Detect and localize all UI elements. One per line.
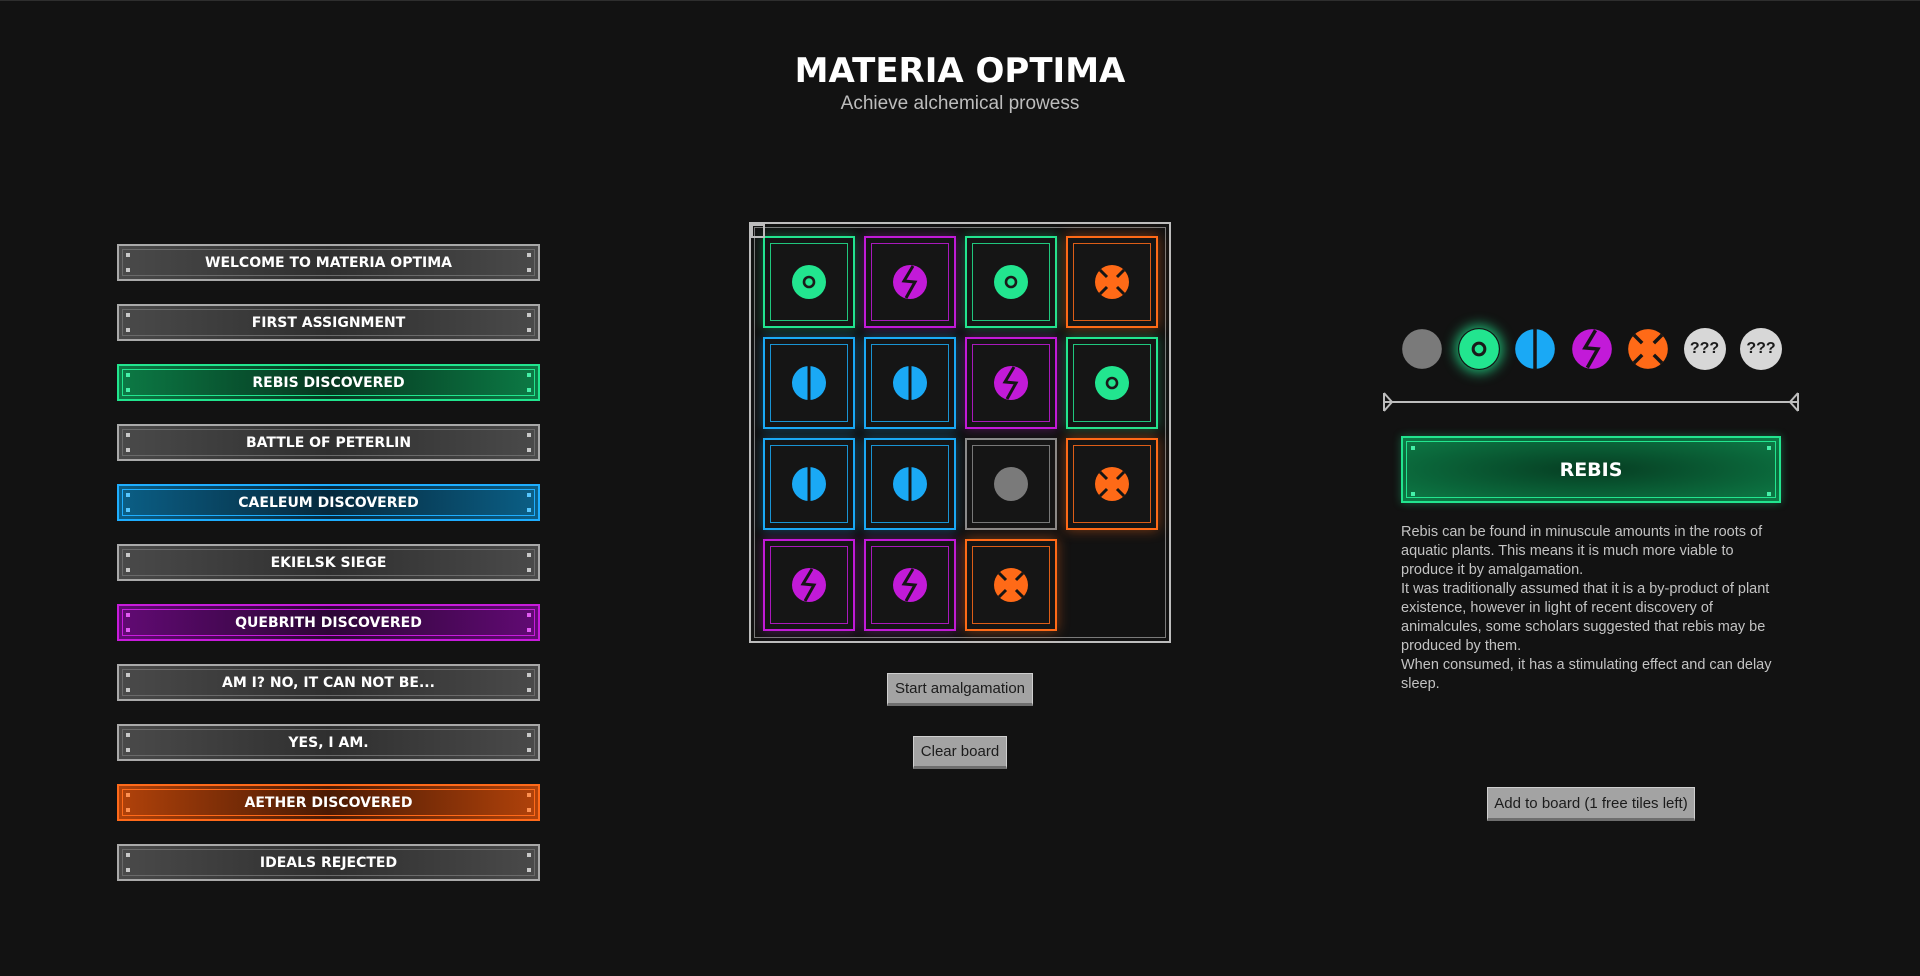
board-tile-caeleum[interactable] bbox=[864, 438, 956, 530]
rebis-orb-icon bbox=[791, 264, 827, 300]
rebis-orb-icon bbox=[1094, 365, 1130, 401]
board-tile-aether[interactable] bbox=[965, 539, 1057, 631]
description-paragraph: When consumed, it has a stimulating effe… bbox=[1401, 657, 1772, 692]
chapter-button-aether-discovered[interactable]: AETHER DISCOVERED bbox=[117, 784, 540, 821]
base-orb-icon bbox=[993, 466, 1029, 502]
chapter-button-yes-i-am[interactable]: YES, I AM. bbox=[117, 724, 540, 761]
board-tile-aether[interactable] bbox=[1066, 438, 1158, 530]
add-to-board-button[interactable]: Add to board (1 free tiles left) bbox=[1487, 787, 1695, 821]
chapter-button-ekielsk-siege[interactable]: EKIELSK SIEGE bbox=[117, 544, 540, 581]
unknown-element-slot[interactable]: ??? bbox=[1683, 328, 1726, 370]
page-title: MATERIA OPTIMA bbox=[794, 51, 1126, 91]
grey-orb-icon[interactable] bbox=[1401, 328, 1443, 370]
board-tile-rebis[interactable] bbox=[1066, 337, 1158, 429]
aether-orb-icon[interactable] bbox=[1627, 328, 1669, 370]
caeleum-orb-icon bbox=[892, 365, 928, 401]
chapter-list: WELCOME TO MATERIA OPTIMA FIRST ASSIGNME… bbox=[117, 244, 540, 904]
board-tile-aether[interactable] bbox=[1066, 236, 1158, 328]
selected-element-name: REBIS bbox=[1401, 436, 1781, 503]
board-tile-quebrith[interactable] bbox=[864, 236, 956, 328]
chapter-button-first-assignment[interactable]: FIRST ASSIGNMENT bbox=[117, 304, 540, 341]
caeleum-orb-icon bbox=[791, 466, 827, 502]
description-paragraph: It was traditionally assumed that it is … bbox=[1401, 581, 1770, 654]
caeleum-orb-icon bbox=[791, 365, 827, 401]
quebrith-orb-icon bbox=[892, 264, 928, 300]
chapter-button-quebrith-discovered[interactable]: QUEBRITH DISCOVERED bbox=[117, 604, 540, 641]
description-paragraph: Rebis can be found in minuscule amounts … bbox=[1401, 524, 1763, 578]
aether-orb-icon bbox=[1094, 466, 1130, 502]
start-amalgamation-button[interactable]: Start amalgamation bbox=[887, 673, 1033, 706]
amalgamation-board bbox=[749, 222, 1171, 643]
page-subtitle: Achieve alchemical prowess bbox=[840, 93, 1080, 114]
quebrith-orb-icon bbox=[993, 365, 1029, 401]
board-tile-quebrith[interactable] bbox=[965, 337, 1057, 429]
board-tile-quebrith[interactable] bbox=[763, 539, 855, 631]
board-empty-slot[interactable] bbox=[1066, 539, 1158, 631]
board-tile-caeleum[interactable] bbox=[864, 337, 956, 429]
chapter-button-welcome[interactable]: WELCOME TO MATERIA OPTIMA bbox=[117, 244, 540, 281]
chapter-button-ideals-rejected[interactable]: IDEALS REJECTED bbox=[117, 844, 540, 881]
rebis-orb-icon bbox=[993, 264, 1029, 300]
board-tile-quebrith[interactable] bbox=[864, 539, 956, 631]
chapter-button-am-i[interactable]: AM I? NO, IT CAN NOT BE... bbox=[117, 664, 540, 701]
ornamental-divider bbox=[1383, 392, 1799, 412]
board-tile-base[interactable] bbox=[965, 438, 1057, 530]
board-tile-rebis[interactable] bbox=[965, 236, 1057, 328]
unknown-element-slot[interactable]: ??? bbox=[1740, 328, 1782, 370]
element-description: Rebis can be found in minuscule amounts … bbox=[1401, 523, 1786, 694]
chapter-button-battle-of-peterlin[interactable]: BATTLE OF PETERLIN bbox=[117, 424, 540, 461]
quebrith-orb-icon bbox=[892, 567, 928, 603]
aether-orb-icon bbox=[1094, 264, 1130, 300]
board-tile-caeleum[interactable] bbox=[763, 438, 855, 530]
quebrith-orb-icon bbox=[791, 567, 827, 603]
quebrith-orb-icon[interactable] bbox=[1571, 328, 1613, 370]
chapter-button-caeleum-discovered[interactable]: CAELEUM DISCOVERED bbox=[117, 484, 540, 521]
board-tile-caeleum[interactable] bbox=[763, 337, 855, 429]
board-tile-rebis[interactable] bbox=[763, 236, 855, 328]
chapter-button-rebis-discovered[interactable]: REBIS DISCOVERED bbox=[117, 364, 540, 401]
aether-orb-icon bbox=[993, 567, 1029, 603]
caeleum-orb-icon[interactable] bbox=[1514, 328, 1556, 370]
rebis-orb-icon[interactable] bbox=[1458, 328, 1500, 370]
clear-board-button[interactable]: Clear board bbox=[913, 736, 1007, 769]
caeleum-orb-icon bbox=[892, 466, 928, 502]
